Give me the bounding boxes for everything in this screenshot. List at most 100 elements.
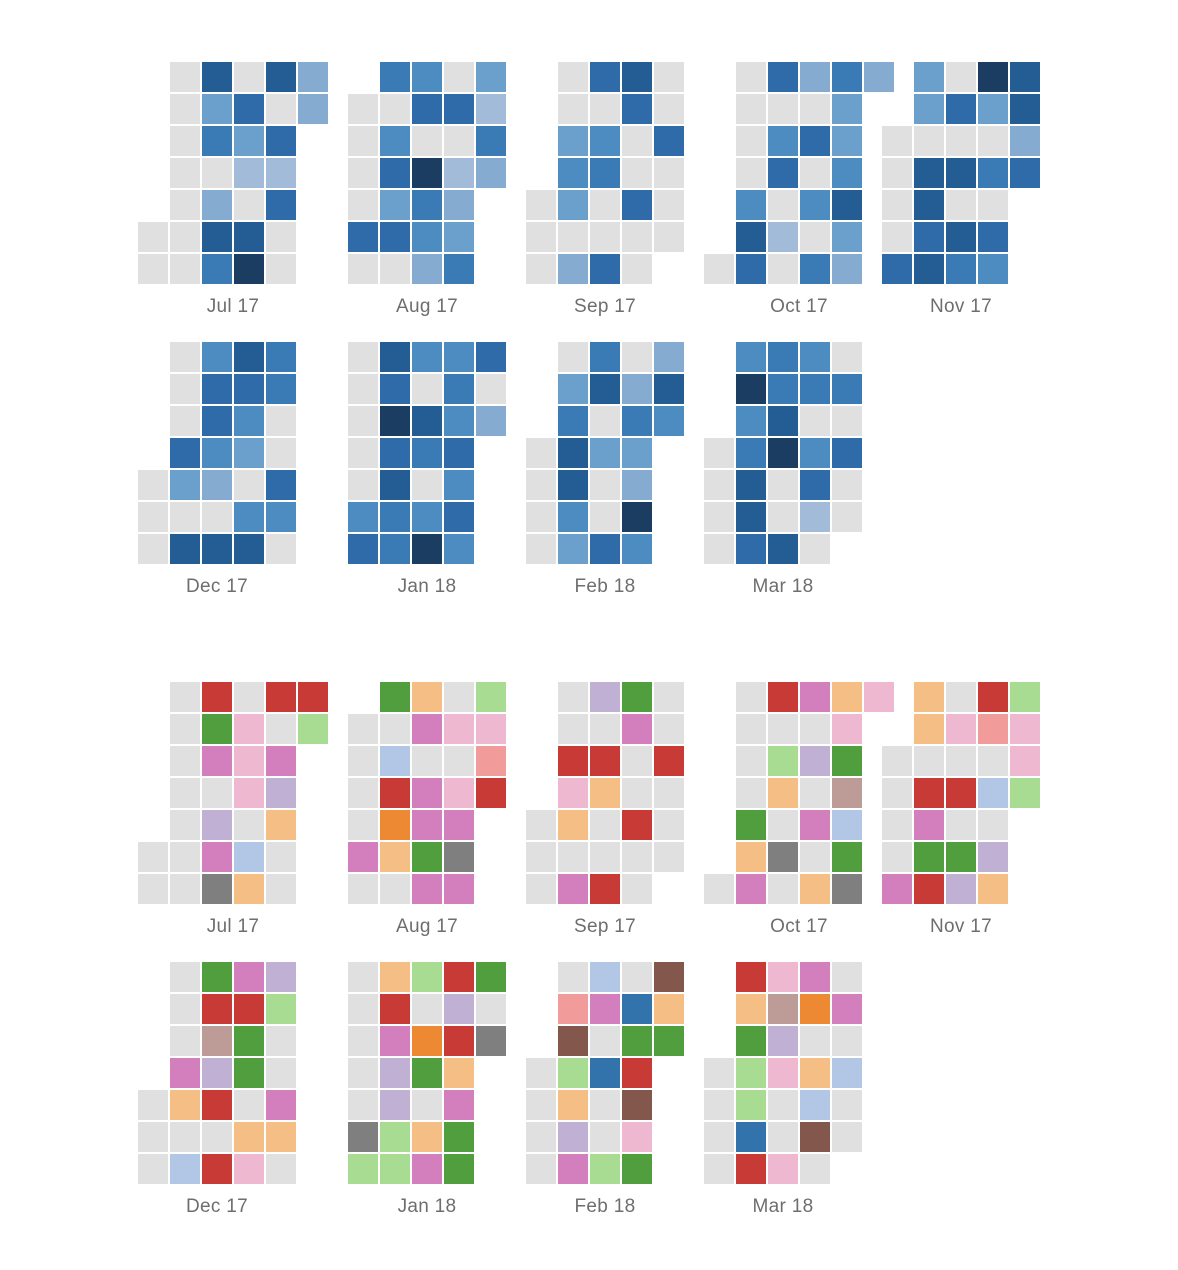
day-cell bbox=[202, 1090, 232, 1120]
day-cell bbox=[412, 438, 442, 468]
month-label: Mar 18 bbox=[752, 576, 814, 597]
day-cell bbox=[914, 158, 944, 188]
day-cell bbox=[800, 874, 830, 904]
day-cell bbox=[412, 126, 442, 156]
day-cell bbox=[234, 374, 264, 404]
day-cell bbox=[412, 874, 442, 904]
day-cell bbox=[234, 994, 264, 1024]
day-cell bbox=[170, 1026, 200, 1056]
day-cell bbox=[138, 874, 168, 904]
day-cell bbox=[558, 810, 588, 840]
day-cell bbox=[476, 62, 506, 92]
day-cell bbox=[1010, 158, 1040, 188]
day-cell bbox=[1010, 94, 1040, 124]
day-cell bbox=[266, 682, 296, 712]
day-cell bbox=[234, 962, 264, 992]
day-cell bbox=[832, 470, 862, 500]
day-cell bbox=[234, 1026, 264, 1056]
day-cell bbox=[380, 714, 410, 744]
day-cell bbox=[170, 534, 200, 564]
day-cell bbox=[266, 1090, 296, 1120]
day-cell bbox=[234, 682, 264, 712]
day-cell bbox=[412, 682, 442, 712]
day-cell bbox=[558, 190, 588, 220]
day-cell bbox=[590, 1122, 620, 1152]
day-cell bbox=[1010, 62, 1040, 92]
day-cell bbox=[348, 254, 378, 284]
day-cell bbox=[768, 470, 798, 500]
day-cell bbox=[526, 222, 556, 252]
day-cell bbox=[202, 470, 232, 500]
day-cell bbox=[590, 1090, 620, 1120]
day-cell bbox=[736, 342, 766, 372]
day-cell bbox=[202, 874, 232, 904]
day-cell bbox=[266, 534, 296, 564]
day-cell bbox=[412, 962, 442, 992]
day-cell bbox=[832, 126, 862, 156]
day-cell bbox=[800, 1122, 830, 1152]
day-cell bbox=[914, 126, 944, 156]
day-cell bbox=[138, 254, 168, 284]
day-cell bbox=[800, 470, 830, 500]
day-cell bbox=[768, 406, 798, 436]
day-cell bbox=[380, 94, 410, 124]
day-cell bbox=[234, 438, 264, 468]
day-cell bbox=[914, 874, 944, 904]
day-cell bbox=[266, 502, 296, 532]
day-cell bbox=[348, 342, 378, 372]
day-cell bbox=[622, 342, 652, 372]
day-cell bbox=[736, 126, 766, 156]
day-cell bbox=[768, 342, 798, 372]
month-label: Feb 18 bbox=[574, 576, 636, 597]
day-cell bbox=[590, 994, 620, 1024]
day-cell bbox=[946, 190, 976, 220]
day-cell bbox=[832, 254, 862, 284]
day-cell bbox=[380, 62, 410, 92]
day-cell bbox=[380, 1026, 410, 1056]
day-cell bbox=[800, 1090, 830, 1120]
day-cell bbox=[444, 1122, 474, 1152]
day-cell bbox=[558, 682, 588, 712]
day-cell bbox=[412, 406, 442, 436]
day-cell bbox=[558, 962, 588, 992]
day-cell bbox=[800, 778, 830, 808]
day-cell bbox=[298, 714, 328, 744]
day-cell bbox=[864, 682, 894, 712]
day-cell bbox=[234, 126, 264, 156]
day-cell bbox=[736, 534, 766, 564]
day-cell bbox=[768, 374, 798, 404]
day-cell bbox=[558, 406, 588, 436]
day-cell bbox=[476, 158, 506, 188]
day-cell bbox=[202, 374, 232, 404]
day-cell bbox=[832, 342, 862, 372]
day-cell bbox=[946, 94, 976, 124]
day-cell bbox=[622, 746, 652, 776]
day-cell bbox=[914, 714, 944, 744]
day-cell bbox=[380, 406, 410, 436]
day-cell bbox=[558, 874, 588, 904]
day-cell bbox=[800, 94, 830, 124]
day-cell bbox=[380, 962, 410, 992]
day-cell bbox=[234, 1058, 264, 1088]
day-cell bbox=[978, 158, 1008, 188]
day-cell bbox=[736, 962, 766, 992]
day-cell bbox=[170, 62, 200, 92]
day-cell bbox=[348, 534, 378, 564]
month-label: Nov 17 bbox=[929, 296, 992, 317]
day-cell bbox=[704, 254, 734, 284]
day-cell bbox=[380, 778, 410, 808]
day-cell bbox=[946, 714, 976, 744]
month-label: Dec 17 bbox=[185, 576, 248, 597]
day-cell bbox=[832, 746, 862, 776]
day-cell bbox=[800, 810, 830, 840]
day-cell bbox=[170, 374, 200, 404]
day-cell bbox=[800, 714, 830, 744]
day-cell bbox=[412, 1154, 442, 1184]
day-cell bbox=[622, 374, 652, 404]
day-cell bbox=[202, 438, 232, 468]
day-cell bbox=[590, 254, 620, 284]
day-cell bbox=[736, 158, 766, 188]
day-cell bbox=[946, 842, 976, 872]
day-cell bbox=[622, 222, 652, 252]
day-cell bbox=[914, 746, 944, 776]
